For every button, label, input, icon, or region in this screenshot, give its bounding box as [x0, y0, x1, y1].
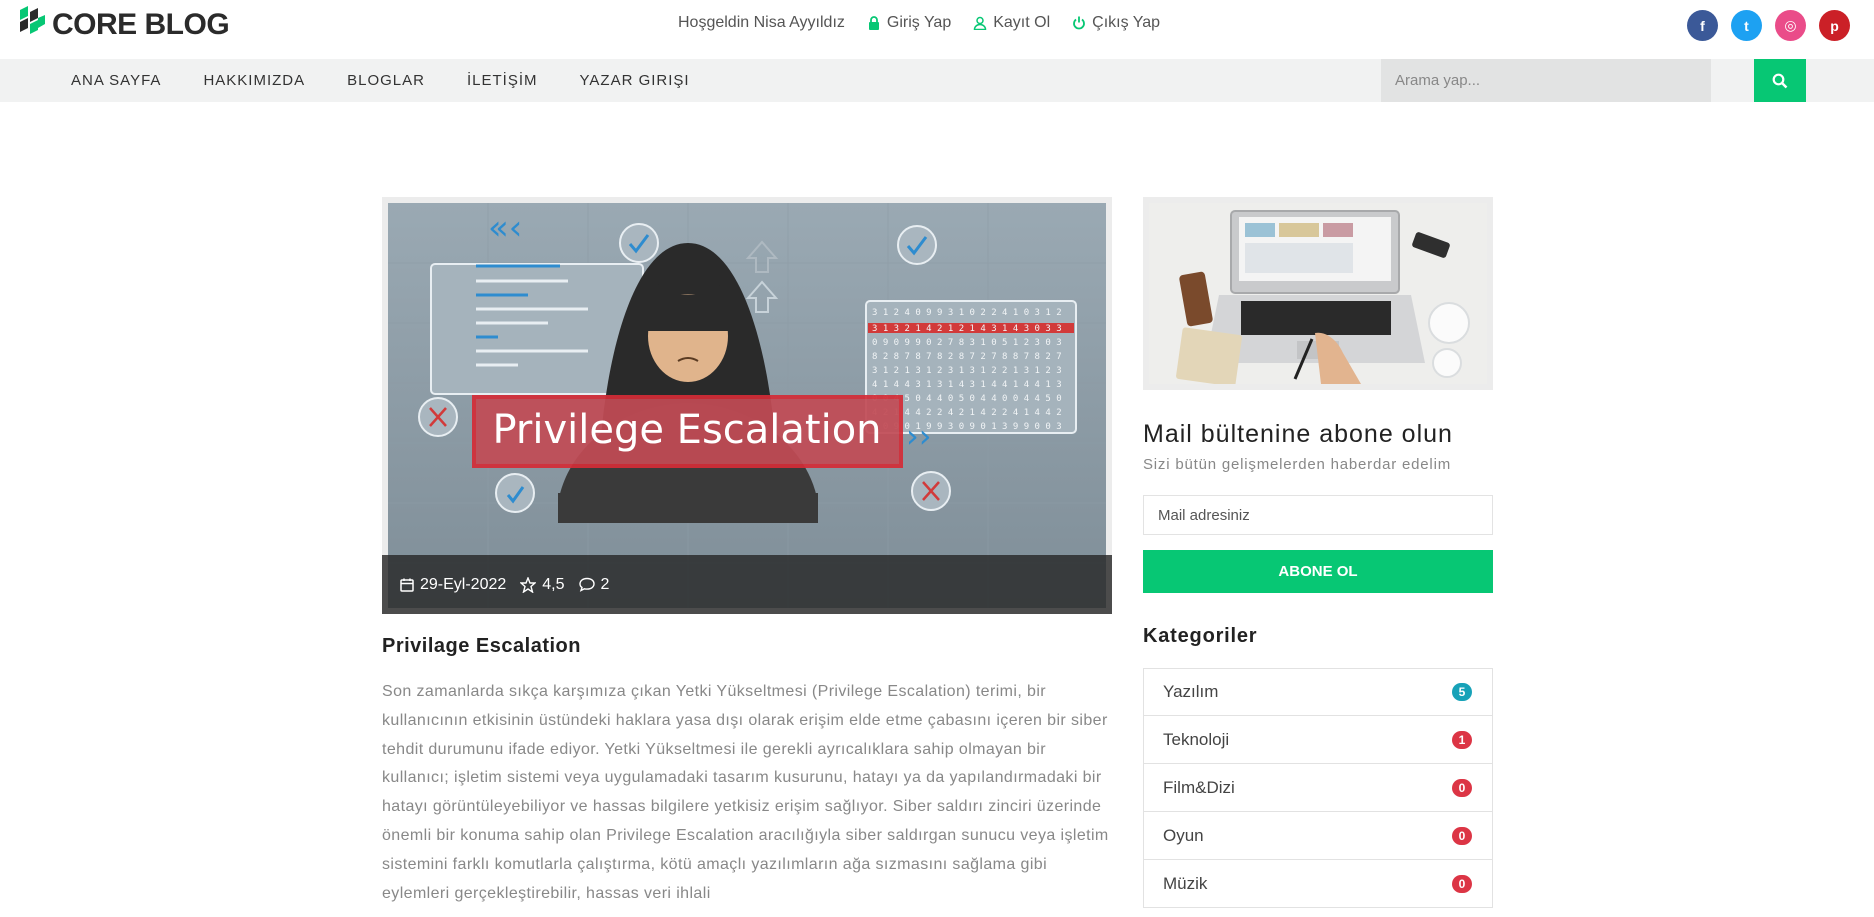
nav-item-contact[interactable]: İLETİŞİM — [467, 72, 538, 89]
search-icon — [1772, 73, 1788, 88]
main-navbar: ANA SAYFA HAKKIMIZDA BLOGLAR İLETİŞİM YA… — [0, 59, 1874, 102]
sidebar-image-frame — [1143, 197, 1493, 390]
category-item-yazilim[interactable]: Yazılım 5 — [1143, 668, 1493, 716]
svg-text:››: ›› — [906, 417, 932, 455]
post-title[interactable]: Privilage Escalation — [382, 635, 581, 658]
category-item-film-dizi[interactable]: Film&Dizi 0 — [1143, 764, 1493, 812]
user-bar: Hoşgeldin Nisa Ayyıldız Giriş Yap Kayıt … — [678, 14, 1160, 32]
svg-text:3 1 2 1 3 1 2 3 1 3 1 2 2 1 3: 3 1 2 1 3 1 2 3 1 3 1 2 2 1 3 1 2 3 — [872, 366, 1062, 376]
comment-icon — [578, 577, 595, 592]
post-rating-text: 4,5 — [542, 575, 565, 593]
subscribe-button[interactable]: ABONE OL — [1143, 550, 1493, 593]
category-label: Yazılım — [1163, 682, 1219, 701]
dribbble-icon[interactable]: ◎ — [1775, 10, 1806, 41]
category-label: Film&Dizi — [1163, 777, 1235, 797]
category-count-badge: 0 — [1452, 874, 1472, 893]
lock-icon — [868, 16, 879, 30]
post-featured-image[interactable]: «‹ 3 1 2 4 0 9 9 3 1 0 2 2 4 1 0 3 1 2 3… — [388, 203, 1106, 608]
twitter-icon[interactable]: t — [1731, 10, 1762, 41]
register-link[interactable]: Kayıt Ol — [973, 14, 1050, 32]
brand-logo[interactable]: CORE BLOG — [18, 6, 230, 43]
category-label: Teknoloji — [1163, 729, 1230, 749]
facebook-icon[interactable]: f — [1687, 10, 1718, 41]
nav-item-writer-login[interactable]: YAZAR GIRIŞI — [580, 72, 690, 89]
post-meta-bar: 29-Eyl-2022 4,5 2 — [382, 555, 1112, 614]
logout-link[interactable]: Çıkış Yap — [1072, 14, 1160, 32]
category-count-badge: 0 — [1452, 778, 1472, 797]
post-comments[interactable]: 2 — [578, 575, 610, 594]
image-caption: Privilege Escalation — [492, 407, 881, 453]
brand-name: CORE BLOG — [52, 7, 230, 41]
category-label: Müzik — [1163, 873, 1208, 893]
category-item-oyun[interactable]: Oyun 0 — [1143, 812, 1493, 860]
register-label: Kayıt Ol — [993, 14, 1051, 31]
svg-text:4 1 4 4 3 1 3 1 4 3 1 4 4 1 4: 4 1 4 4 3 1 3 1 4 3 1 4 4 1 4 4 1 3 — [872, 380, 1062, 390]
category-item-muzik[interactable]: Müzik 0 — [1143, 860, 1493, 908]
sidebar-featured-image — [1149, 203, 1487, 384]
pinterest-icon[interactable]: p — [1819, 10, 1850, 41]
nav-item-about[interactable]: HAKKIMIZDA — [203, 72, 305, 89]
power-icon — [1073, 16, 1085, 30]
svg-text:3 1 3 2 1 4 2 1 2 1 4 3 1 4 3: 3 1 3 2 1 4 2 1 2 1 4 3 1 4 3 0 3 3 — [872, 324, 1062, 334]
newsletter-subtitle: Sizi bütün gelişmelerden haberdar edelim — [1143, 456, 1451, 473]
logo-icon — [18, 6, 46, 43]
top-bar: CORE BLOG Hoşgeldin Nisa Ayyıldız Giriş … — [0, 0, 1874, 50]
login-link[interactable]: Giriş Yap — [867, 14, 951, 32]
post-rating: 4,5 — [520, 575, 565, 594]
star-icon — [520, 576, 537, 593]
post-date-text: 29-Eyl-2022 — [420, 575, 507, 593]
categories-title: Kategoriler — [1143, 625, 1258, 647]
social-links: f t ◎ p — [1687, 10, 1850, 41]
logout-label: Çıkış Yap — [1092, 14, 1161, 31]
category-label: Oyun — [1163, 825, 1204, 845]
nav-menu: ANA SAYFA HAKKIMIZDA BLOGLAR İLETİŞİM YA… — [71, 59, 690, 102]
svg-text:«‹: «‹ — [488, 208, 522, 248]
user-icon — [973, 16, 987, 30]
post-date: 29-Eyl-2022 — [400, 576, 506, 594]
search-button[interactable] — [1754, 59, 1806, 102]
svg-text:3 1 2 4 0 9 9 3 1 0 2 2 4 1 0: 3 1 2 4 0 9 9 3 1 0 2 2 4 1 0 3 1 2 — [872, 308, 1062, 318]
category-count-badge: 0 — [1452, 826, 1472, 845]
search-input[interactable] — [1381, 59, 1711, 102]
category-count-badge: 5 — [1452, 683, 1472, 701]
post-comments-count: 2 — [600, 575, 610, 593]
welcome-text: Hoşgeldin Nisa Ayyıldız — [678, 14, 845, 31]
category-count-badge: 1 — [1452, 730, 1472, 749]
svg-text:8 2 8 7 8 7 8 2 8 7 2 7 8 8 7: 8 2 8 7 8 7 8 2 8 7 2 7 8 8 7 8 2 7 — [872, 352, 1062, 362]
svg-text:0 9 0 9 9 0 2 7 8 3 1 0 5 1 2: 0 9 0 9 9 0 2 7 8 3 1 0 5 1 2 3 0 3 — [872, 338, 1062, 348]
category-list: Yazılım 5 Teknoloji 1 Film&Dizi 0 Oyun 0… — [1143, 668, 1493, 908]
post-image-frame: «‹ 3 1 2 4 0 9 9 3 1 0 2 2 4 1 0 3 1 2 3… — [382, 197, 1112, 614]
calendar-icon — [400, 578, 414, 592]
post-body: Son zamanlarda sıkça karşımıza çıkan Yet… — [382, 683, 1109, 902]
email-field[interactable] — [1143, 495, 1493, 535]
login-label: Giriş Yap — [886, 14, 952, 31]
newsletter-title: Mail bültenine abone olun — [1143, 420, 1453, 448]
nav-item-blogs[interactable]: BLOGLAR — [347, 72, 425, 89]
nav-item-home[interactable]: ANA SAYFA — [71, 72, 161, 89]
category-item-teknoloji[interactable]: Teknoloji 1 — [1143, 716, 1493, 764]
